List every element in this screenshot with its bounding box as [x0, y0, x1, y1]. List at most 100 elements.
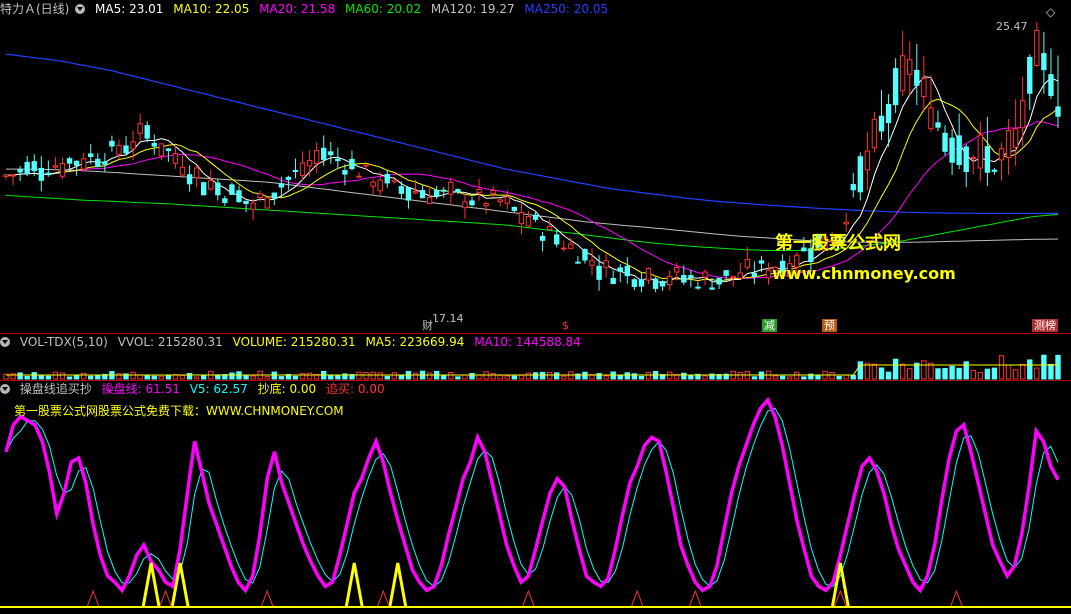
candle-body — [137, 123, 143, 134]
candle-body — [589, 260, 595, 266]
candle-body — [758, 260, 765, 264]
candle-body — [257, 193, 263, 198]
candle-body — [864, 150, 871, 171]
volume-bar — [469, 373, 475, 380]
candle-body — [313, 150, 320, 164]
candle-body — [1005, 130, 1012, 159]
event-marker[interactable]: 减 — [762, 319, 777, 332]
volume-bar — [603, 375, 609, 380]
candle-body — [278, 183, 285, 188]
volume-bar — [151, 375, 157, 380]
volume-bar — [1041, 354, 1047, 380]
candle-body — [208, 179, 214, 190]
watermark-url: www.chnmoney.com — [772, 264, 956, 283]
chart-canvas[interactable] — [0, 0, 1071, 614]
candle-body — [1020, 100, 1026, 129]
candle-body — [59, 162, 66, 177]
volume-bar — [511, 375, 518, 380]
volume-bar — [624, 372, 631, 380]
event-marker[interactable]: 预 — [822, 319, 837, 332]
candle-body — [109, 140, 115, 147]
candle-body — [165, 148, 172, 152]
candle-body — [504, 196, 510, 204]
candle-body — [10, 174, 16, 177]
zhuimai-signal — [630, 589, 644, 608]
volume-bar — [179, 374, 186, 380]
volume-bar — [921, 360, 927, 380]
price-low-label: 17.14 — [432, 312, 464, 325]
candle-body — [914, 69, 920, 86]
volume-bar — [165, 375, 172, 380]
event-marker[interactable]: 财 — [420, 319, 435, 332]
volume-bar — [737, 372, 743, 380]
candle-body — [582, 248, 588, 261]
volume-bar — [144, 374, 150, 380]
candle-body — [158, 143, 165, 157]
volume-bar — [681, 372, 687, 380]
volume-bar — [73, 375, 80, 380]
volume-bar — [758, 371, 765, 380]
volume-bar — [1034, 367, 1040, 380]
candle-body — [546, 225, 553, 230]
candle-body — [306, 160, 313, 167]
candle-body — [857, 156, 863, 193]
volume-bar — [617, 374, 623, 380]
candle-body — [66, 158, 73, 164]
event-marker[interactable]: $ — [560, 319, 571, 332]
candle-body — [970, 157, 976, 160]
candle-body — [525, 216, 532, 227]
volume-bar — [582, 371, 588, 380]
candle-body — [292, 169, 299, 172]
candle-body — [172, 153, 179, 164]
volume-bar — [335, 375, 341, 380]
download-note: 第一股票公式网股票公式免费下载：WWW.CHNMONEY.COM — [14, 404, 344, 418]
candle-body — [215, 182, 221, 196]
volume-bar — [45, 375, 52, 380]
candle-body — [321, 147, 327, 160]
candle-body — [412, 191, 419, 194]
volume-bar — [532, 372, 539, 380]
volume-bar — [462, 374, 468, 380]
volume-bar — [426, 372, 433, 380]
candle-body — [229, 184, 235, 195]
candle-body — [95, 158, 101, 168]
volume-bar — [441, 375, 447, 380]
volume-bar — [137, 374, 143, 380]
volume-bar — [398, 374, 405, 380]
candle-body — [532, 214, 539, 220]
volume-bar — [391, 372, 398, 380]
price-high-label: 25.47 — [996, 20, 1028, 33]
candle-body — [666, 275, 673, 286]
volume-bar — [596, 373, 602, 380]
volume-bar — [977, 372, 984, 380]
volume-bar — [299, 373, 306, 380]
candle-body — [497, 199, 503, 203]
candle-body — [1027, 56, 1033, 94]
candle-body — [356, 175, 362, 178]
candle-body — [24, 161, 30, 175]
candle-body — [1041, 53, 1047, 71]
volume-bar — [229, 372, 235, 380]
candle-body — [144, 125, 150, 139]
candle-body — [659, 281, 666, 287]
candle-body — [610, 278, 616, 285]
volume-bar — [949, 365, 955, 380]
candle-body — [921, 78, 927, 98]
candle-body — [433, 189, 440, 197]
volume-bar — [59, 372, 66, 380]
candle-body — [688, 275, 694, 278]
candle-body — [892, 68, 899, 106]
candle-body — [695, 286, 701, 289]
candle-body — [123, 145, 129, 154]
candle-body — [554, 234, 560, 245]
volume-bar — [1055, 354, 1061, 380]
event-marker[interactable]: 测榜 — [1032, 319, 1058, 332]
candle-body — [264, 197, 270, 209]
candle-body — [130, 141, 136, 150]
candle-body — [674, 266, 680, 273]
candle-body — [1012, 128, 1019, 148]
volume-bar — [878, 367, 885, 380]
volume-bar — [779, 375, 786, 380]
candle-body — [928, 107, 934, 130]
volume-bar — [864, 362, 871, 380]
